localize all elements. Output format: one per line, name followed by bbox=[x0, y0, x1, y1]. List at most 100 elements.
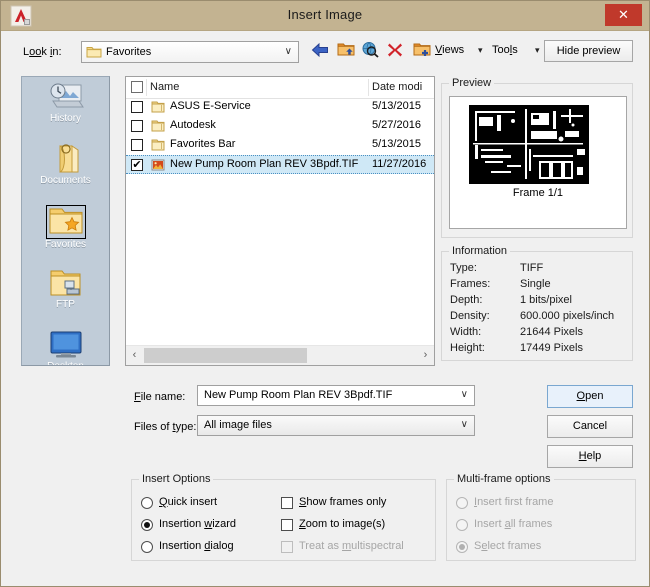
place-item-favorites[interactable]: Favorites bbox=[22, 205, 109, 263]
radio-insertion-wizard[interactable] bbox=[141, 519, 153, 531]
table-row[interactable]: Favorites Bar 5/13/2015 bbox=[126, 136, 434, 155]
new-folder-icon[interactable] bbox=[413, 41, 431, 61]
folder-icon bbox=[151, 138, 165, 152]
checkbox-zoom-to-images-label[interactable]: Zoom to image(s) bbox=[299, 518, 385, 530]
info-key: Width: bbox=[450, 326, 482, 338]
table-row[interactable]: ✔ New Pump Room Plan REV 3Bpdf.TIF 11/27… bbox=[126, 155, 434, 174]
checkbox-show-frames-only-label[interactable]: Show frames only bbox=[299, 496, 386, 508]
place-item-documents[interactable]: Documents bbox=[22, 143, 109, 201]
file-name: New Pump Room Plan REV 3Bpdf.TIF bbox=[170, 158, 359, 170]
checkbox-zoom-to-images[interactable] bbox=[281, 519, 293, 531]
back-arrow-icon[interactable] bbox=[311, 42, 329, 61]
radio-insert-first-frame-label: Insert first frame bbox=[474, 496, 554, 508]
views-menu[interactable]: Views bbox=[435, 44, 464, 56]
information-group: Information Type: TIFF Frames: Single De… bbox=[441, 245, 633, 361]
place-item-ftp[interactable]: FTP bbox=[22, 267, 109, 325]
file-name-value: New Pump Room Plan REV 3Bpdf.TIF bbox=[204, 389, 393, 401]
multiframe-options-group: Multi-frame options Insert first frame I… bbox=[446, 473, 636, 561]
preview-panel: Frame 1/1 bbox=[449, 96, 627, 229]
delete-icon[interactable] bbox=[387, 42, 403, 61]
radio-insert-all-frames-label: Insert all frames bbox=[474, 518, 553, 530]
up-one-level-icon[interactable] bbox=[337, 41, 355, 61]
info-value: 17449 Pixels bbox=[520, 342, 583, 354]
place-item-label: FTP bbox=[56, 299, 75, 310]
page-title: Insert Image bbox=[287, 7, 363, 22]
column-header-name[interactable]: Name bbox=[150, 81, 179, 93]
tools-dropdown-arrow-icon[interactable]: ▾ bbox=[535, 45, 540, 56]
checkbox-show-frames-only[interactable] bbox=[281, 497, 293, 509]
table-row[interactable]: ASUS E-Service 5/13/2015 bbox=[126, 98, 434, 117]
checkbox-treat-as-multispectral-label: Treat as multispectral bbox=[299, 540, 404, 552]
preview-thumbnail bbox=[469, 105, 589, 184]
radio-insertion-dialog[interactable] bbox=[141, 541, 153, 553]
look-in-value: Favorites bbox=[106, 46, 152, 58]
file-name: ASUS E-Service bbox=[170, 100, 251, 112]
chevron-down-icon: ∨ bbox=[284, 46, 292, 57]
info-value: 600.000 pixels/inch bbox=[520, 310, 615, 322]
file-name-input[interactable]: New Pump Room Plan REV 3Bpdf.TIF ∨ bbox=[197, 385, 475, 406]
radio-insertion-dialog-label[interactable]: Insertion dialog bbox=[159, 540, 234, 552]
file-list-header: Name Date modi bbox=[126, 77, 434, 99]
radio-quick-insert-label[interactable]: Quick insert bbox=[159, 496, 217, 508]
select-all-checkbox[interactable] bbox=[131, 81, 143, 93]
horizontal-scrollbar[interactable]: ‹ › bbox=[126, 345, 434, 365]
chevron-down-icon[interactable]: ∨ bbox=[461, 389, 468, 400]
table-row[interactable]: Autodesk 5/27/2016 bbox=[126, 117, 434, 136]
row-checkbox[interactable] bbox=[131, 101, 143, 113]
folder-icon bbox=[86, 45, 102, 62]
title-bar: Insert Image ✕ bbox=[1, 1, 649, 31]
places-bar: History Documents Favorites FTP bbox=[21, 76, 110, 366]
files-of-type-value: All image files bbox=[204, 419, 272, 431]
close-button[interactable]: ✕ bbox=[605, 4, 642, 26]
preview-legend: Preview bbox=[449, 77, 495, 89]
folder-icon bbox=[151, 119, 165, 133]
ftp-folder-icon bbox=[47, 267, 85, 299]
scroll-right-icon[interactable]: › bbox=[417, 346, 434, 365]
file-name: Autodesk bbox=[170, 119, 216, 131]
radio-insertion-wizard-label[interactable]: Insertion wizard bbox=[159, 518, 236, 530]
row-checkbox[interactable]: ✔ bbox=[131, 159, 143, 171]
favorites-star-folder-icon bbox=[45, 205, 86, 239]
views-dropdown-arrow-icon[interactable]: ▾ bbox=[478, 45, 483, 56]
file-list: Name Date modi ASUS E-Service 5/13/2015 bbox=[125, 76, 435, 366]
hide-preview-button[interactable]: Hide preview bbox=[544, 40, 633, 62]
info-key: Height: bbox=[450, 342, 485, 354]
tools-menu[interactable]: Tools bbox=[492, 44, 518, 56]
info-value: Single bbox=[520, 278, 551, 290]
look-in-label: Look in: bbox=[23, 46, 62, 58]
row-checkbox[interactable] bbox=[131, 139, 143, 151]
preview-group: Preview Frame 1/1 bbox=[441, 77, 633, 238]
row-checkbox[interactable] bbox=[131, 120, 143, 132]
cancel-button[interactable]: Cancel bbox=[547, 415, 633, 438]
chevron-down-icon[interactable]: ∨ bbox=[461, 419, 468, 430]
place-item-desktop[interactable]: Desktop bbox=[22, 329, 109, 365]
info-key: Type: bbox=[450, 262, 477, 274]
open-button[interactable]: Open bbox=[547, 385, 633, 408]
file-date: 5/27/2016 bbox=[372, 119, 421, 131]
image-file-icon bbox=[151, 158, 165, 172]
look-in-dropdown[interactable]: Favorites ∨ bbox=[81, 41, 299, 63]
insert-options-legend: Insert Options bbox=[139, 473, 214, 485]
checkbox-treat-as-multispectral bbox=[281, 541, 293, 553]
column-header-date[interactable]: Date modi bbox=[372, 81, 422, 93]
files-of-type-dropdown[interactable]: All image files ∨ bbox=[197, 415, 475, 436]
place-item-history[interactable]: History bbox=[22, 81, 109, 139]
info-key: Frames: bbox=[450, 278, 491, 290]
search-web-icon[interactable] bbox=[361, 41, 379, 61]
info-value: 1 bits/pixel bbox=[520, 294, 572, 306]
folder-icon bbox=[151, 100, 165, 114]
radio-quick-insert[interactable] bbox=[141, 497, 153, 509]
radio-insert-first-frame bbox=[456, 497, 468, 509]
files-of-type-label: Files of type: bbox=[134, 421, 197, 433]
history-icon bbox=[47, 81, 85, 113]
place-item-label: History bbox=[49, 113, 82, 124]
radio-select-frames bbox=[456, 541, 468, 553]
file-name: Favorites Bar bbox=[170, 138, 236, 150]
help-button[interactable]: Help bbox=[547, 445, 633, 468]
insert-image-dialog: Insert Image ✕ Look in: Favorites ∨ View… bbox=[0, 0, 650, 587]
file-date: 5/13/2015 bbox=[372, 100, 421, 112]
radio-insert-all-frames bbox=[456, 519, 468, 531]
scroll-left-icon[interactable]: ‹ bbox=[126, 346, 143, 365]
scrollbar-thumb[interactable] bbox=[144, 348, 307, 363]
info-value: 21644 Pixels bbox=[520, 326, 583, 338]
